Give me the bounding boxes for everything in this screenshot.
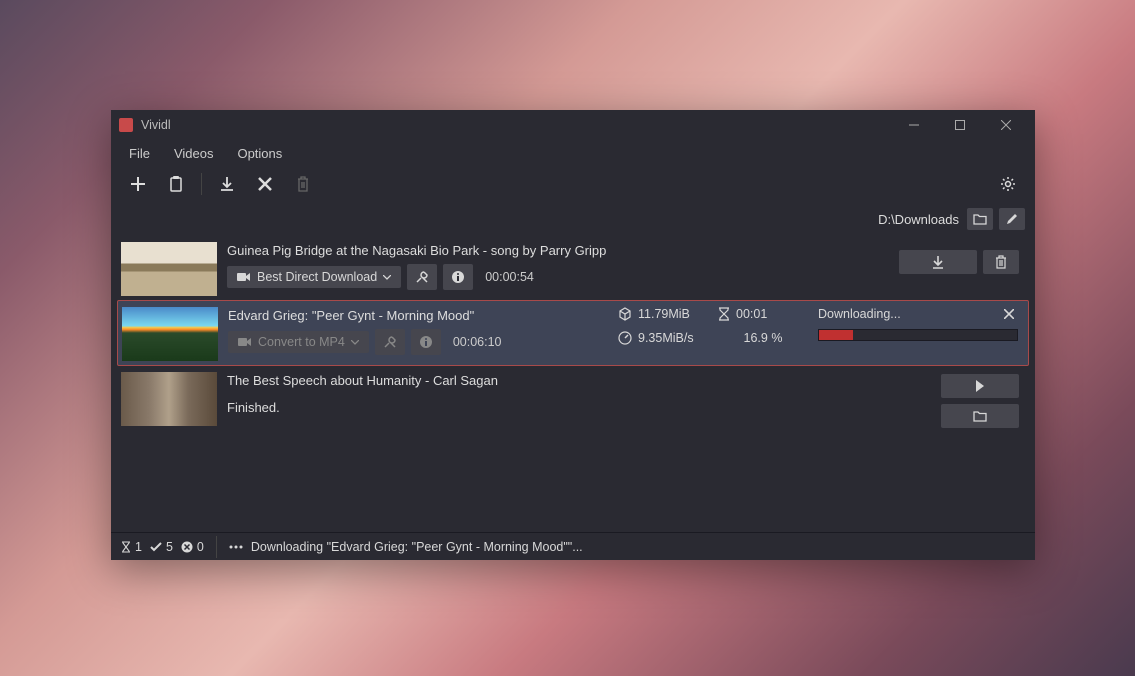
pending-count: 1 — [121, 540, 142, 554]
error-icon — [181, 541, 193, 553]
tools-button[interactable] — [407, 264, 437, 290]
failed-count: 0 — [181, 540, 204, 554]
info-button[interactable] — [443, 264, 473, 290]
tools-button[interactable] — [375, 329, 405, 355]
minimize-button[interactable] — [891, 110, 937, 140]
percent-stat: 16.9 % — [718, 331, 808, 345]
settings-button[interactable] — [991, 169, 1025, 199]
download-status-label: Downloading... — [818, 307, 901, 321]
progress-bar — [818, 329, 1018, 341]
paste-button[interactable] — [159, 169, 193, 199]
download-path-label: D:\Downloads — [878, 212, 959, 227]
thumbnail — [122, 307, 218, 361]
edit-path-button[interactable] — [999, 208, 1025, 230]
format-label: Best Direct Download — [257, 270, 377, 284]
menubar: File Videos Options — [111, 140, 1035, 166]
format-label: Convert to MP4 — [258, 335, 345, 349]
video-item[interactable]: Guinea Pig Bridge at the Nagasaki Bio Pa… — [117, 236, 1029, 300]
hourglass-icon — [718, 307, 730, 321]
status-label: Finished. — [227, 400, 1025, 415]
size-stat: 11.79MiB — [618, 307, 708, 321]
video-list: Guinea Pig Bridge at the Nagasaki Bio Pa… — [111, 236, 1035, 532]
app-logo-icon — [119, 118, 133, 132]
info-button[interactable] — [411, 329, 441, 355]
chevron-down-icon — [383, 275, 391, 280]
delete-button[interactable] — [286, 169, 320, 199]
camera-icon — [237, 272, 251, 282]
more-icon — [229, 545, 243, 549]
duration-label: 00:06:10 — [453, 335, 502, 349]
download-item-button[interactable] — [899, 250, 977, 274]
video-item[interactable]: The Best Speech about Humanity - Carl Sa… — [117, 366, 1029, 430]
chevron-down-icon — [351, 340, 359, 345]
open-folder-button[interactable] — [941, 404, 1019, 428]
video-item[interactable]: Edvard Grieg: "Peer Gynt - Morning Mood"… — [117, 300, 1029, 366]
browse-folder-button[interactable] — [967, 208, 993, 230]
add-button[interactable] — [121, 169, 155, 199]
format-dropdown[interactable]: Convert to MP4 — [228, 331, 369, 353]
play-button[interactable] — [941, 374, 1019, 398]
pathbar: D:\Downloads — [111, 202, 1035, 236]
menu-videos[interactable]: Videos — [164, 143, 224, 164]
video-title: The Best Speech about Humanity - Carl Sa… — [227, 373, 1025, 388]
download-all-button[interactable] — [210, 169, 244, 199]
gauge-icon — [618, 331, 632, 345]
menu-file[interactable]: File — [119, 143, 160, 164]
format-dropdown[interactable]: Best Direct Download — [227, 266, 401, 288]
check-icon — [150, 542, 162, 552]
statusbar: 1 5 0 Downloading "Edvard Grieg: "Peer G… — [111, 532, 1035, 560]
hourglass-icon — [121, 541, 131, 553]
speed-stat: 9.35MiB/s — [618, 331, 708, 345]
titlebar: Vividl — [111, 110, 1035, 140]
camera-icon — [238, 337, 252, 347]
menu-options[interactable]: Options — [227, 143, 292, 164]
remove-item-button[interactable] — [983, 250, 1019, 274]
duration-label: 00:00:54 — [485, 270, 534, 284]
toolbar — [111, 166, 1035, 202]
eta-stat: 00:01 — [718, 307, 808, 321]
maximize-button[interactable] — [937, 110, 983, 140]
thumbnail — [121, 242, 217, 296]
cancel-download-button[interactable] — [1000, 307, 1018, 321]
close-button[interactable] — [983, 110, 1029, 140]
thumbnail — [121, 372, 217, 426]
cancel-all-button[interactable] — [248, 169, 282, 199]
cube-icon — [618, 307, 632, 321]
status-message: Downloading "Edvard Grieg: "Peer Gynt - … — [251, 540, 583, 554]
app-window: Vividl File Videos Options — [111, 110, 1035, 560]
done-count: 5 — [150, 540, 173, 554]
app-title: Vividl — [141, 118, 171, 132]
